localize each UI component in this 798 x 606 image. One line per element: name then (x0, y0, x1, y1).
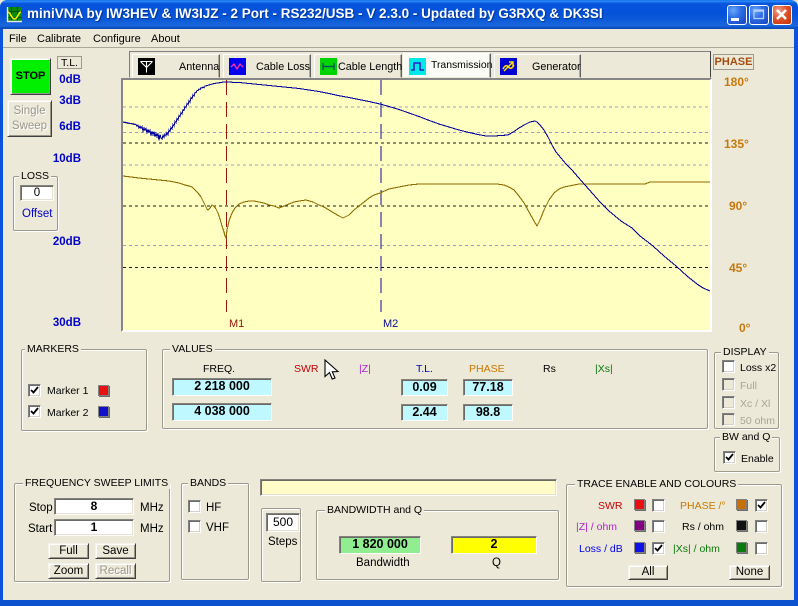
svg-text:M2: M2 (383, 318, 398, 330)
svg-text:M1: M1 (229, 318, 244, 330)
